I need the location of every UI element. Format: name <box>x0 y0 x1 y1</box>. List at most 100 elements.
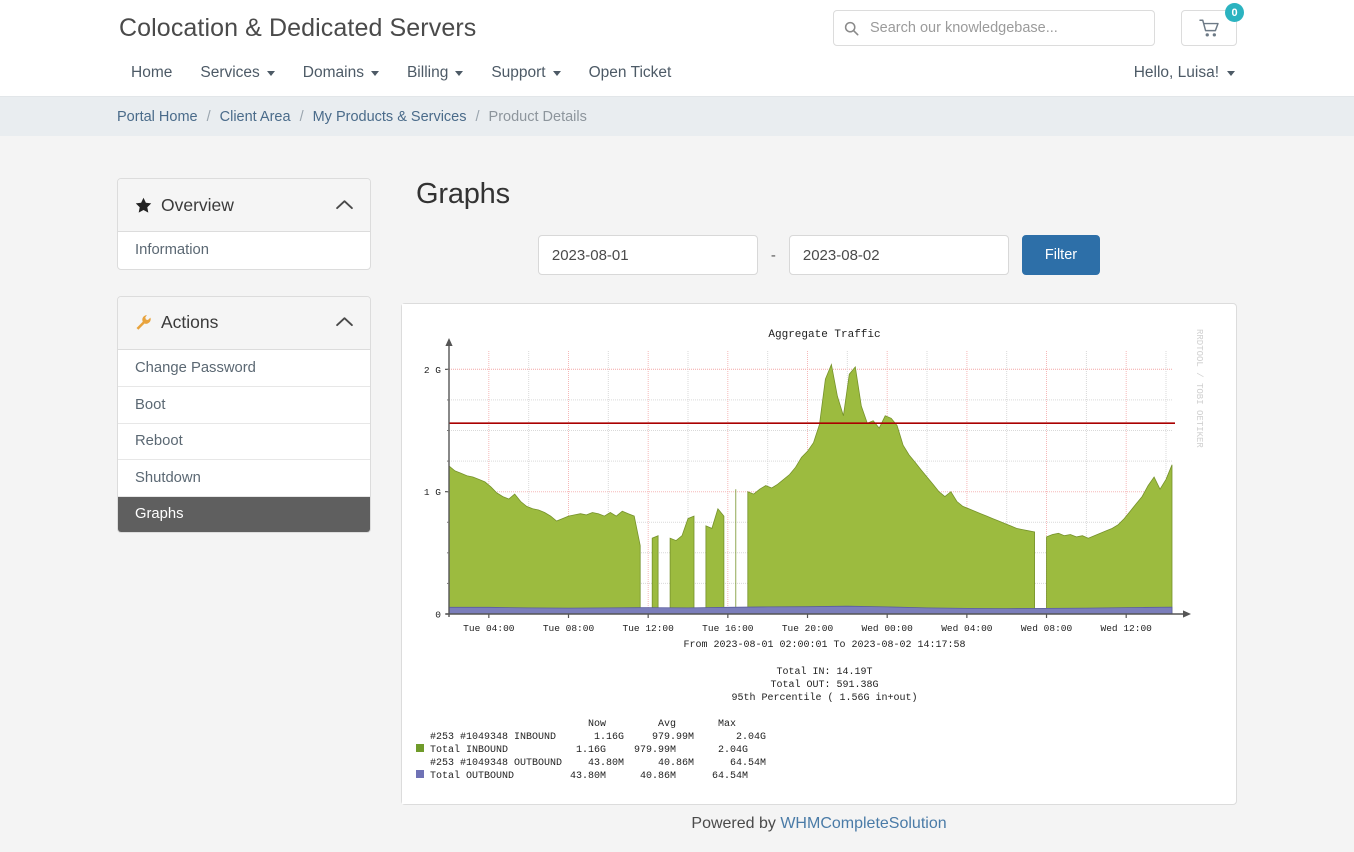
nav-item-label: Support <box>491 64 545 82</box>
svg-text:#253 #1049348 INBOUND: #253 #1049348 INBOUND <box>430 732 556 743</box>
main-navigation: Home Services Domains Billing Support Open Ti… <box>0 58 1354 88</box>
svg-text:2.04G: 2.04G <box>718 745 748 756</box>
nav-item-label: Services <box>200 64 259 82</box>
rrdtool-watermark: RRDTOOL / TOBI OETIKER <box>1194 329 1204 448</box>
nav-item-label: Open Ticket <box>589 64 672 82</box>
svg-text:0: 0 <box>435 610 441 621</box>
breadcrumb-link[interactable]: My Products & Services <box>313 109 467 125</box>
breadcrumb-separator: / <box>207 109 211 125</box>
chevron-down-icon <box>267 71 275 76</box>
search-icon <box>834 21 868 36</box>
nav-item-label: Billing <box>407 64 448 82</box>
chevron-up-icon[interactable] <box>336 314 353 331</box>
sidebar-item-label: Reboot <box>135 433 183 449</box>
breadcrumb-bar: Portal Home / Client Area / My Products & Se… <box>0 96 1354 136</box>
sidebar-item-shutdown[interactable]: Shutdown <box>118 459 370 496</box>
svg-text:Tue 16:00: Tue 16:00 <box>702 623 754 634</box>
svg-text:1.16G: 1.16G <box>576 745 606 756</box>
footer-link[interactable]: WHMCompleteSolution <box>780 815 946 832</box>
sidebar-item-label: Information <box>135 242 209 258</box>
svg-text:2 G: 2 G <box>424 365 441 376</box>
svg-text:Tue 12:00: Tue 12:00 <box>623 623 675 634</box>
svg-text:Wed 08:00: Wed 08:00 <box>1021 623 1073 634</box>
svg-text:Avg: Avg <box>658 719 676 730</box>
search-bar[interactable] <box>833 10 1155 46</box>
star-icon <box>135 197 161 214</box>
svg-text:40.86M: 40.86M <box>640 771 676 782</box>
svg-text:#253 #1049348 OUTBOUND: #253 #1049348 OUTBOUND <box>430 758 562 769</box>
sidebar-panel-title: Actions <box>161 312 336 333</box>
date-from-input[interactable] <box>538 235 758 275</box>
cart-icon <box>1199 19 1220 38</box>
rrdtool-graph-svg: 0 1 G 2 G Tue 04:00 Tue 08:00 Tue 12:00 Tue 16… <box>402 304 1226 804</box>
svg-text:Total OUT: 591.38G: Total OUT: 591.38G <box>770 679 878 691</box>
sidebar-panel-actions: Actions Change Password Boot Reboot Shutdown… <box>117 296 371 534</box>
search-input[interactable] <box>868 11 1154 45</box>
page-body: Overview Information Actions Change Passwor… <box>117 136 1237 833</box>
svg-text:Tue 04:00: Tue 04:00 <box>463 623 515 634</box>
sidebar-item-boot[interactable]: Boot <box>118 386 370 423</box>
svg-text:43.80M: 43.80M <box>588 758 624 769</box>
nav-item-services[interactable]: Services <box>186 58 288 88</box>
sidebar-item-graphs[interactable]: Graphs <box>118 496 370 533</box>
chevron-down-icon <box>371 71 379 76</box>
cart-count-badge: 0 <box>1225 3 1244 22</box>
date-to-input[interactable] <box>789 235 1009 275</box>
sidebar-panel-header-actions[interactable]: Actions <box>118 297 370 350</box>
nav-item-support[interactable]: Support <box>477 58 574 88</box>
svg-text:95th Percentile ( 1.56G in+ou: 95th Percentile ( 1.56G in+out) <box>731 692 917 704</box>
sidebar-panel-list: Change Password Boot Reboot Shutdown Graphs <box>118 350 370 533</box>
nav-item-label: Domains <box>303 64 364 82</box>
svg-text:40.86M: 40.86M <box>658 758 694 769</box>
svg-text:Tue 08:00: Tue 08:00 <box>543 623 595 634</box>
cart-button[interactable]: 0 <box>1181 10 1237 46</box>
nav-item-open-ticket[interactable]: Open Ticket <box>575 58 686 88</box>
footer: Powered by WHMCompleteSolution <box>401 805 1237 833</box>
account-menu[interactable]: Hello, Luisa! <box>1134 64 1237 82</box>
svg-text:64.54M: 64.54M <box>730 758 766 769</box>
sidebar-item-reboot[interactable]: Reboot <box>118 423 370 460</box>
svg-text:Wed 04:00: Wed 04:00 <box>941 623 993 634</box>
account-menu-label: Hello, Luisa! <box>1134 64 1219 82</box>
site-header: Colocation & Dedicated Servers 0 Home Ser… <box>0 0 1354 96</box>
sidebar-panel-header-overview[interactable]: Overview <box>118 179 370 232</box>
site-title: Colocation & Dedicated Servers <box>119 14 476 43</box>
breadcrumb-separator: / <box>476 109 480 125</box>
svg-text:1.16G: 1.16G <box>594 732 624 743</box>
sidebar-item-label: Shutdown <box>135 470 201 486</box>
svg-text:Max: Max <box>718 719 736 730</box>
sidebar-item-label: Graphs <box>135 506 184 522</box>
chevron-down-icon <box>455 71 463 76</box>
chevron-down-icon <box>1227 71 1235 76</box>
svg-text:Aggregate Traffic: Aggregate Traffic <box>768 329 880 341</box>
chevron-up-icon[interactable] <box>336 197 353 214</box>
sidebar-panel-title: Overview <box>161 195 336 216</box>
sidebar-panel-overview: Overview Information <box>117 178 371 270</box>
svg-text:From 2023-08-01 02:00:01 To 20: From 2023-08-01 02:00:01 To 2023-08-02 1… <box>683 640 965 651</box>
sidebar-item-label: Boot <box>135 397 165 413</box>
chevron-down-icon <box>553 71 561 76</box>
svg-text:43.80M: 43.80M <box>570 771 606 782</box>
date-range-separator: - <box>771 247 776 264</box>
nav-item-billing[interactable]: Billing <box>393 58 477 88</box>
nav-item-home[interactable]: Home <box>117 58 186 88</box>
nav-item-domains[interactable]: Domains <box>289 58 393 88</box>
svg-text:Now: Now <box>588 719 606 730</box>
page-title: Graphs <box>416 178 1237 211</box>
wrench-icon <box>135 314 161 331</box>
breadcrumb-link[interactable]: Client Area <box>220 109 291 125</box>
svg-text:2.04G: 2.04G <box>736 732 766 743</box>
footer-prefix: Powered by <box>691 815 780 832</box>
sidebar: Overview Information Actions Change Passwor… <box>117 178 371 833</box>
svg-text:1 G: 1 G <box>424 487 441 498</box>
filter-button[interactable]: Filter <box>1022 235 1100 275</box>
breadcrumb-link[interactable]: Portal Home <box>117 109 198 125</box>
graph-card: 0 1 G 2 G Tue 04:00 Tue 08:00 Tue 12:00 Tue 16… <box>401 303 1237 805</box>
sidebar-item-information[interactable]: Information <box>118 232 370 269</box>
svg-text:Wed 00:00: Wed 00:00 <box>862 623 914 634</box>
nav-item-label: Home <box>131 64 172 82</box>
svg-text:979.99M: 979.99M <box>634 745 676 756</box>
svg-text:Tue 20:00: Tue 20:00 <box>782 623 834 634</box>
sidebar-item-change-password[interactable]: Change Password <box>118 350 370 387</box>
breadcrumb-separator: / <box>300 109 304 125</box>
